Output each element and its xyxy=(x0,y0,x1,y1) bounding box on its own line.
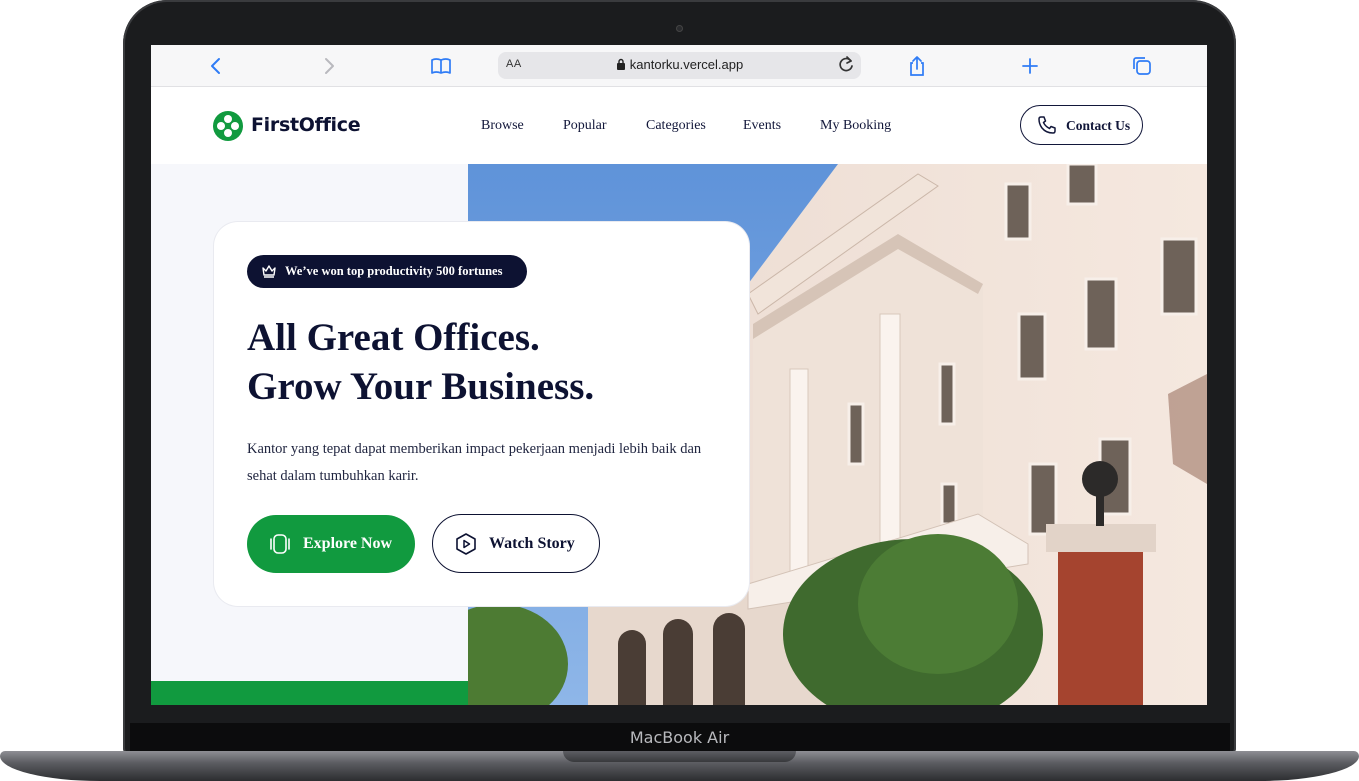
url-text: kantorku.vercel.app xyxy=(629,57,744,72)
camera-icon xyxy=(676,25,683,32)
nav-events[interactable]: Events xyxy=(743,118,781,134)
base-notch xyxy=(563,751,796,762)
explore-now-button[interactable]: Explore Now xyxy=(247,515,415,573)
back-icon[interactable] xyxy=(205,55,227,77)
url-display: kantorku.vercel.app xyxy=(498,57,861,72)
reload-icon[interactable] xyxy=(837,55,855,80)
phone-icon xyxy=(1038,116,1056,134)
tabs-icon[interactable] xyxy=(1131,55,1153,77)
lock-icon xyxy=(616,58,625,70)
badge-text: We’ve won top productivity 500 fortunes xyxy=(285,264,503,278)
nav-my-booking[interactable]: My Booking xyxy=(820,118,891,134)
model-label: MacBook Air xyxy=(629,728,730,747)
new-tab-icon[interactable] xyxy=(1019,55,1041,77)
share-icon[interactable] xyxy=(906,55,928,77)
nav-categories[interactable]: Categories xyxy=(646,118,706,134)
play-icon xyxy=(456,533,476,555)
explore-icon xyxy=(270,534,290,554)
address-bar[interactable]: AA kantorku.vercel.app xyxy=(498,52,861,79)
crown-icon xyxy=(262,265,276,278)
watch-story-button[interactable]: Watch Story xyxy=(432,514,600,573)
screen: AA kantorku.vercel.app FirstOffice Brows… xyxy=(151,45,1207,705)
headline-line-1: All Great Offices. xyxy=(247,316,540,359)
hero-headline: All Great Offices. Grow Your Business. xyxy=(247,313,727,411)
forward-icon[interactable] xyxy=(318,55,340,77)
bookmarks-icon[interactable] xyxy=(430,55,452,77)
site-header: FirstOffice Browse Popular Categories Ev… xyxy=(151,87,1207,164)
hero-description: Kantor yang tepat dapat memberikan impac… xyxy=(247,441,702,484)
logo-icon[interactable] xyxy=(213,111,243,141)
contact-us-button[interactable]: Contact Us xyxy=(1020,105,1143,145)
watch-story-label: Watch Story xyxy=(489,535,575,552)
award-badge: We’ve won top productivity 500 fortunes xyxy=(247,255,527,288)
hero-card: We’ve won top productivity 500 fortunes … xyxy=(214,222,749,606)
nav-browse[interactable]: Browse xyxy=(481,118,524,134)
explore-now-label: Explore Now xyxy=(303,535,393,552)
nav-popular[interactable]: Popular xyxy=(563,118,607,134)
browser-toolbar: AA kantorku.vercel.app xyxy=(151,45,1207,87)
accent-strip xyxy=(151,681,468,705)
headline-line-2: Grow Your Business. xyxy=(247,365,595,408)
contact-us-label: Contact Us xyxy=(1066,118,1131,133)
brand-name[interactable]: FirstOffice xyxy=(251,114,361,136)
